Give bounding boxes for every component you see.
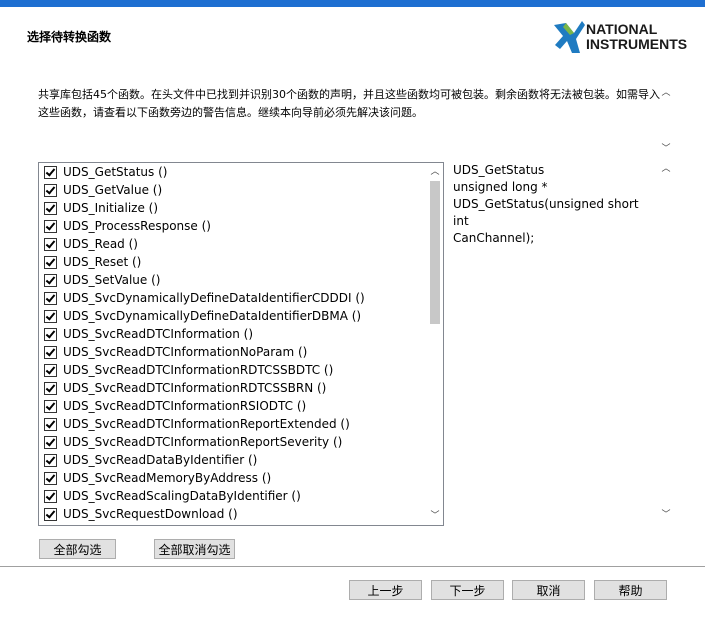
function-label: UDS_SvcReadDTCInformationRDTCSSBRN () — [63, 381, 327, 395]
checkbox[interactable] — [44, 291, 57, 305]
function-label: UDS_SvcReadMemoryByAddress () — [63, 471, 272, 485]
checkbox[interactable] — [44, 309, 57, 323]
function-label: UDS_SvcReadDTCInformationNoParam () — [63, 345, 308, 359]
list-item[interactable]: UDS_SvcReadDTCInformationReportExtended … — [39, 415, 425, 433]
footer-divider — [0, 566, 705, 567]
checkbox[interactable] — [44, 489, 57, 503]
function-label: UDS_SvcReadDTCInformationRSIODTC () — [63, 399, 307, 413]
description-scrollbar[interactable]: ︿ ﹀ — [659, 86, 673, 156]
list-item[interactable]: UDS_Read () — [39, 235, 425, 253]
checkbox[interactable] — [44, 363, 57, 377]
list-item[interactable]: UDS_SvcReadScalingDataByIdentifier () — [39, 487, 425, 505]
function-label: UDS_Read () — [63, 237, 138, 251]
help-button[interactable]: 帮助 — [594, 580, 667, 600]
function-label: UDS_SvcDynamicallyDefineDataIdentifierCD… — [63, 291, 365, 305]
function-label: UDS_GetValue () — [63, 183, 163, 197]
list-item[interactable]: UDS_SvcReadDTCInformationRDTCSSBDTC () — [39, 361, 425, 379]
list-item[interactable]: UDS_SvcDynamicallyDefineDataIdentifierDB… — [39, 307, 425, 325]
checkbox[interactable] — [44, 345, 57, 359]
logo-text-national: NATIONAL — [586, 21, 658, 37]
function-label: UDS_SetValue () — [63, 273, 161, 287]
page-title: 选择待转换函数 — [27, 30, 112, 44]
function-label: UDS_SvcDynamicallyDefineDataIdentifierDB… — [63, 309, 362, 323]
scroll-down-arrow-icon[interactable]: ﹀ — [659, 144, 673, 154]
ni-logo: NATIONAL INSTRUMENTS — [552, 15, 698, 63]
list-item[interactable]: UDS_SvcReadDataByIdentifier () — [39, 451, 425, 469]
list-item[interactable]: UDS_ProcessResponse () — [39, 217, 425, 235]
scroll-down-arrow-icon[interactable]: ﹀ — [659, 510, 673, 520]
checkbox[interactable] — [44, 381, 57, 395]
checkbox[interactable] — [44, 219, 57, 233]
select-all-button[interactable]: 全部勾选 — [39, 539, 116, 559]
scroll-down-arrow-icon[interactable]: ﹀ — [428, 511, 442, 521]
list-item[interactable]: UDS_SvcReadDTCInformationRSIODTC () — [39, 397, 425, 415]
function-label: UDS_SvcReadDTCInformation () — [63, 327, 253, 341]
list-item[interactable]: UDS_SvcReadDTCInformationNoParam () — [39, 343, 425, 361]
checkbox[interactable] — [44, 201, 57, 215]
scroll-up-arrow-icon[interactable]: ︿ — [659, 164, 673, 174]
detail-scrollbar[interactable]: ︿ ﹀ — [659, 162, 673, 524]
function-label: UDS_SvcRequestDownload () — [63, 507, 238, 521]
logo-text-instruments: INSTRUMENTS — [586, 36, 688, 52]
function-label: UDS_SvcReadScalingDataByIdentifier () — [63, 489, 301, 503]
function-label: UDS_SvcReadDTCInformationReportSeverity … — [63, 435, 343, 449]
function-list[interactable]: UDS_GetStatus () UDS_GetValue () UDS_Initi… — [38, 162, 444, 526]
description-box: 共享库包括45个函数。在头文件中已找到并识别30个函数的声明，并且这些函数均可被… — [31, 86, 675, 156]
checkbox[interactable] — [44, 507, 57, 521]
list-item[interactable]: UDS_Reset () — [39, 253, 425, 271]
function-label: UDS_SvcReadDTCInformationReportExtended … — [63, 417, 350, 431]
title-bar-accent — [0, 0, 705, 7]
function-label: UDS_ProcessResponse () — [63, 219, 211, 233]
checkbox[interactable] — [44, 255, 57, 269]
deselect-all-button[interactable]: 全部取消勾选 — [154, 539, 235, 559]
list-item[interactable]: UDS_SvcDynamicallyDefineDataIdentifierCD… — [39, 289, 425, 307]
list-item[interactable]: UDS_GetValue () — [39, 181, 425, 199]
function-list-items: UDS_GetStatus () UDS_GetValue () UDS_Initi… — [39, 163, 425, 523]
checkbox[interactable] — [44, 471, 57, 485]
function-list-scrollbar[interactable]: ︿ ﹀ — [426, 163, 443, 525]
function-label: UDS_GetStatus () — [63, 165, 168, 179]
scroll-up-arrow-icon[interactable]: ︿ — [428, 167, 442, 177]
list-item[interactable]: UDS_SvcReadDTCInformationReportSeverity … — [39, 433, 425, 451]
checkbox[interactable] — [44, 399, 57, 413]
function-label: UDS_Reset () — [63, 255, 142, 269]
function-label: UDS_Initialize () — [63, 201, 159, 215]
function-signature-text: UDS_GetStatus unsigned long * UDS_GetSta… — [453, 163, 639, 245]
ni-eagle-logo-icon — [554, 21, 585, 53]
checkbox[interactable] — [44, 237, 57, 251]
list-item[interactable]: UDS_SvcReadDTCInformation () — [39, 325, 425, 343]
checkbox[interactable] — [44, 165, 57, 179]
function-label: UDS_SvcReadDataByIdentifier () — [63, 453, 258, 467]
cancel-button[interactable]: 取消 — [512, 580, 585, 600]
description-text: 共享库包括45个函数。在头文件中已找到并识别30个函数的声明，并且这些函数均可被… — [38, 88, 660, 119]
checkbox[interactable] — [44, 183, 57, 197]
function-label: UDS_SvcReadDTCInformationRDTCSSBDTC () — [63, 363, 334, 377]
list-item[interactable]: UDS_SvcReadDTCInformationRDTCSSBRN () — [39, 379, 425, 397]
list-item[interactable]: UDS_SvcReadMemoryByAddress () — [39, 469, 425, 487]
list-item[interactable]: UDS_GetStatus () — [39, 163, 425, 181]
checkbox[interactable] — [44, 273, 57, 287]
list-item[interactable]: UDS_SetValue () — [39, 271, 425, 289]
list-item[interactable]: UDS_SvcRequestDownload () — [39, 505, 425, 523]
next-button[interactable]: 下一步 — [431, 580, 504, 600]
scrollbar-thumb[interactable] — [430, 181, 440, 324]
list-item[interactable]: UDS_Initialize () — [39, 199, 425, 217]
checkbox[interactable] — [44, 417, 57, 431]
back-button[interactable]: 上一步 — [349, 580, 422, 600]
checkbox[interactable] — [44, 453, 57, 467]
scroll-up-arrow-icon[interactable]: ︿ — [659, 88, 673, 98]
function-detail-panel: UDS_GetStatus unsigned long * UDS_GetSta… — [451, 162, 675, 524]
checkbox[interactable] — [44, 327, 57, 341]
checkbox[interactable] — [44, 435, 57, 449]
